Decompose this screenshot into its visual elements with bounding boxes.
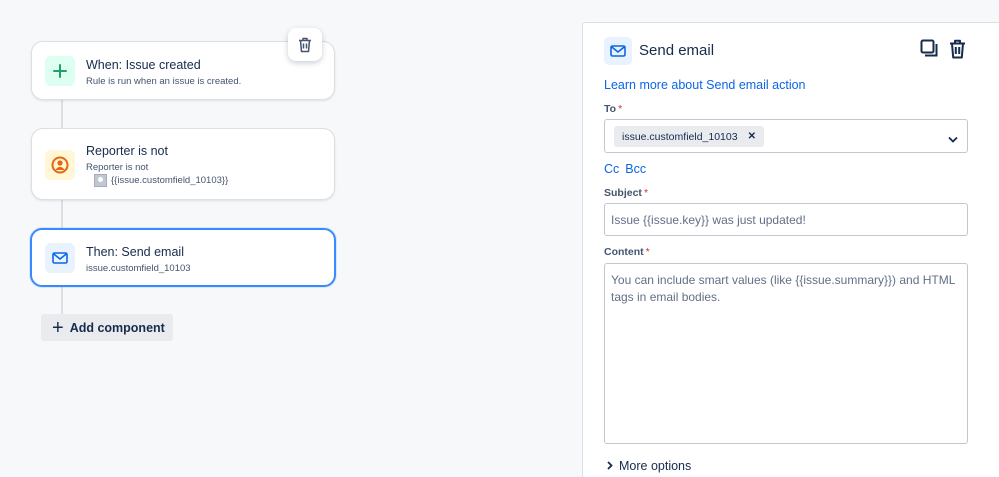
action-card[interactable]: Then: Send email issue.customfield_10103	[30, 228, 336, 287]
content-label: Content *	[604, 246, 650, 258]
user-avatar-icon	[94, 174, 107, 187]
subject-input[interactable]: Issue {{issue.key}} was just updated!	[604, 203, 968, 236]
content-textarea[interactable]: You can include smart values (like {{iss…	[604, 263, 968, 444]
to-label: To *	[604, 103, 623, 115]
add-component-button[interactable]: + Add component	[41, 314, 173, 341]
chevron-down-icon[interactable]	[948, 130, 958, 148]
flow-connector	[61, 200, 63, 228]
duplicate-button[interactable]	[920, 39, 939, 64]
delete-trigger-button[interactable]	[288, 28, 322, 61]
subject-label: Subject *	[604, 187, 649, 199]
trigger-subtitle: Rule is run when an issue is created.	[86, 76, 242, 87]
more-options-toggle[interactable]: More options	[607, 459, 691, 473]
recipient-chip: issue.customfield_10103 ✕	[614, 126, 764, 147]
duplicate-icon	[920, 39, 938, 57]
trash-icon	[299, 37, 311, 52]
user-circle-icon	[45, 150, 75, 180]
panel-actions	[920, 39, 966, 64]
action-subtitle: issue.customfield_10103	[86, 263, 191, 274]
action-title: Then: Send email	[86, 245, 184, 259]
trash-icon	[950, 39, 965, 59]
mail-icon	[604, 37, 632, 65]
learn-more-link[interactable]: Learn more about Send email action	[604, 78, 806, 92]
mail-icon	[45, 243, 75, 273]
flow-connector	[61, 100, 63, 128]
chevron-right-icon	[607, 459, 613, 473]
plus-icon	[45, 56, 75, 86]
panel-title: Send email	[639, 42, 715, 59]
condition-card[interactable]: Reporter is not Reporter is not {{issue.…	[31, 128, 335, 200]
condition-value: {{issue.customfield_10103}}	[94, 174, 228, 187]
delete-action-button[interactable]	[949, 39, 966, 64]
condition-title: Reporter is not	[86, 144, 168, 158]
condition-subtitle: Reporter is not	[86, 162, 149, 173]
bcc-link[interactable]: Bcc	[625, 162, 646, 176]
cc-bcc-links: Cc Bcc	[604, 162, 652, 176]
send-email-panel: Send email Learn more about Send email a…	[582, 22, 999, 477]
to-select[interactable]: issue.customfield_10103 ✕	[604, 119, 968, 153]
remove-chip-icon[interactable]: ✕	[748, 131, 756, 142]
flow-connector	[61, 287, 63, 315]
trigger-title: When: Issue created	[86, 58, 201, 72]
cc-link[interactable]: Cc	[604, 162, 619, 176]
plus-icon: +	[52, 316, 64, 339]
add-component-label: Add component	[69, 320, 165, 335]
